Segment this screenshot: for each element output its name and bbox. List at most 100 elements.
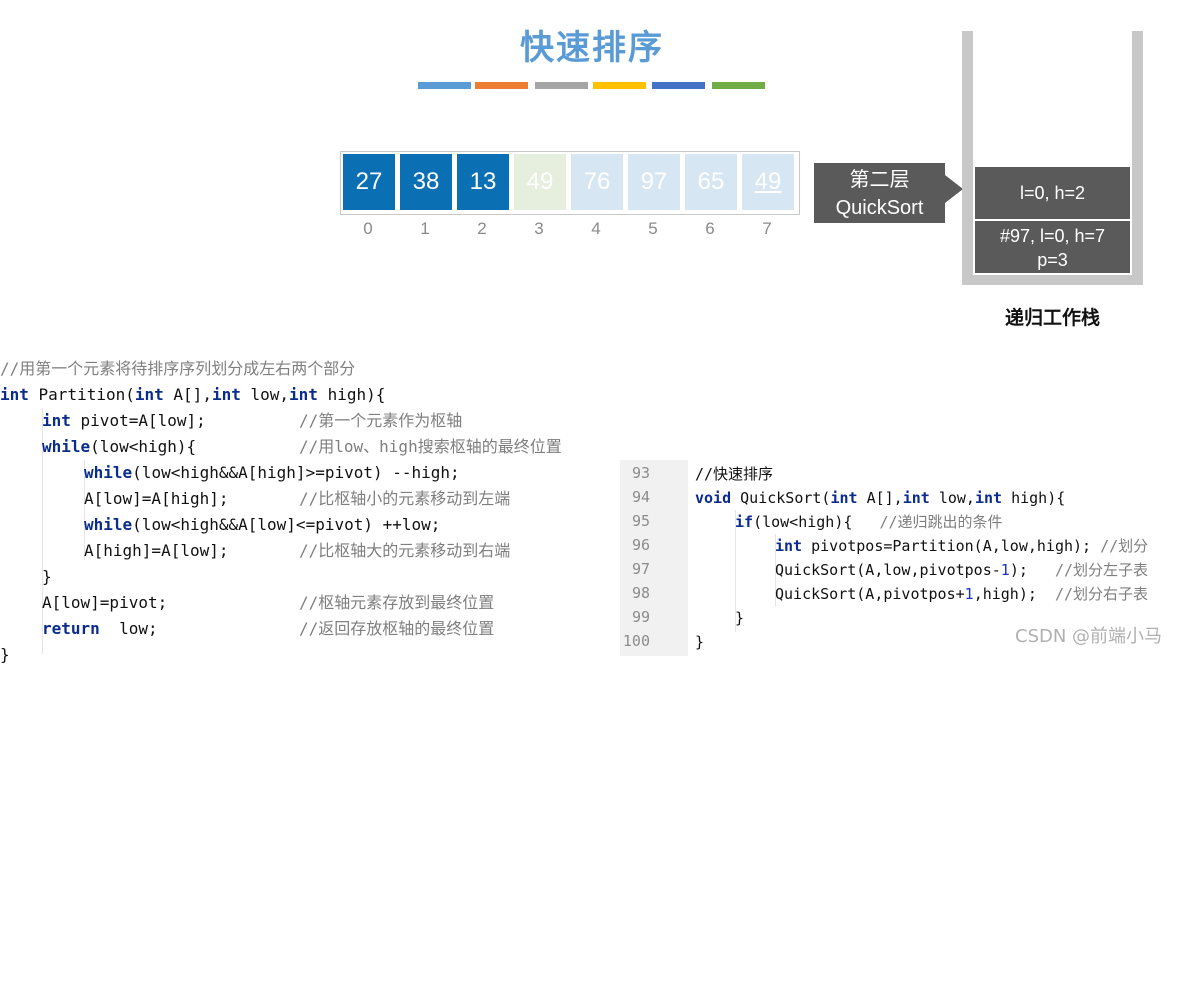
code-keyword: return (42, 619, 100, 638)
stack-frame-text: p=3 (1037, 250, 1068, 270)
partition-code-block: //用第一个元素将待排序序列划分成左右两个部分 int Partition(in… (0, 356, 610, 664)
code-keyword: if (735, 513, 754, 531)
code-text: QuickSort(A,low,pivotpos- (775, 561, 1001, 579)
code-line: } (695, 633, 705, 651)
code-keyword: while (84, 463, 133, 482)
line-number: 98 (631, 584, 650, 602)
code-comment: //快速排序 (695, 465, 774, 483)
code-text: ,high); (973, 585, 1055, 603)
code-keyword: while (84, 515, 133, 534)
array-index: 2 (477, 219, 487, 238)
code-text: Partition( (28, 385, 135, 404)
code-comment: //第一个元素作为枢轴 (299, 411, 463, 430)
code-text: } (42, 567, 52, 586)
code-text: low, (929, 489, 975, 507)
code-comment: //比枢轴小的元素移动到左端 (299, 489, 511, 508)
code-text: ); (1009, 561, 1055, 579)
code-line: void QuickSort(int A[],int low,int high)… (695, 486, 1065, 510)
code-text: } (0, 645, 10, 664)
code-keyword: int (974, 489, 1003, 507)
code-line: A[low]=pivot; (42, 590, 167, 616)
code-keyword: int (902, 489, 930, 507)
code-comment: //划分左子表 (1054, 561, 1149, 579)
code-comment: //比枢轴大的元素移动到右端 (299, 541, 511, 560)
code-text: (low<high&&A[low]<=pivot) ++low; (132, 515, 441, 534)
stack-label: 递归工作栈 (1004, 307, 1100, 329)
array-index: 0 (363, 219, 373, 238)
code-comment: //枢轴元素存放到最终位置 (299, 593, 495, 612)
code-keyword: int (42, 411, 71, 430)
code-keyword: int (830, 489, 858, 507)
code-text: A[high]=A[low]; (84, 541, 229, 560)
code-comment: //划分右子表 (1054, 585, 1149, 603)
code-keyword: while (42, 437, 91, 456)
code-line: A[high]=A[low]; (84, 538, 229, 564)
code-keyword: int (775, 537, 803, 555)
stack-frame-top: l=0, h=2 (975, 167, 1130, 219)
code-text: (low<high){ (753, 513, 880, 531)
code-comment: //返回存放枢轴的最终位置 (299, 619, 495, 638)
code-keyword: int (134, 385, 164, 404)
layer-callout: 第二层 QuickSort (814, 163, 945, 223)
watermark: CSDN @前端小马 (1015, 626, 1163, 647)
code-comment: //划分 (1100, 537, 1149, 555)
code-line: } (0, 642, 10, 668)
code-line: int Partition(int A[],int low,int high){ (0, 382, 385, 408)
stack-wall-right (1132, 31, 1143, 285)
array-index: 6 (705, 219, 715, 238)
code-line: while(low<high&&A[low]<=pivot) ++low; (84, 512, 440, 538)
stack-wall-left (962, 31, 973, 285)
code-text: low; (99, 619, 158, 638)
code-line: A[low]=A[high]; (84, 486, 229, 512)
code-line: QuickSort(A,low,pivotpos-1); //划分左子表 (775, 558, 1148, 582)
code-keyword: int (289, 385, 318, 404)
stack-frame-text: #97, l=0, h=7 (999, 226, 1106, 246)
code-line: return low; (42, 616, 158, 642)
code-text: pivotpos=Partition(A,low,high); (802, 537, 1101, 555)
code-number: 1 (964, 585, 974, 603)
code-text: A[low]=pivot; (42, 593, 168, 612)
code-line: QuickSort(A,pivotpos+1,high); //划分右子表 (775, 582, 1148, 606)
line-number: 97 (631, 560, 650, 578)
callout-arrow-icon (945, 175, 963, 203)
array-index: 4 (591, 219, 601, 238)
code-text: A[low]=A[high]; (84, 489, 229, 508)
code-line: while(low<high&&A[high]>=pivot) --high; (84, 460, 460, 486)
code-text: high){ (1002, 489, 1066, 507)
stack-bottom (962, 275, 1143, 285)
code-text: QuickSort( (731, 489, 831, 507)
code-text: low, (240, 385, 290, 404)
code-line: if(low<high){ //递归跳出的条件 (735, 510, 1003, 534)
array-index: 7 (762, 219, 772, 238)
code-text: (low<high){ (90, 437, 197, 456)
code-comment: //用low、high搜索枢轴的最终位置 (299, 437, 562, 456)
code-text: (low<high&&A[high]>=pivot) --high; (132, 463, 460, 482)
code-number: 1 (1000, 561, 1010, 579)
code-line: } (735, 609, 745, 627)
code-text: A[], (857, 489, 903, 507)
code-keyword: int (211, 385, 241, 404)
code-line: while(low<high){ (42, 434, 196, 460)
stack-frame-bottom: #97, l=0, h=7 p=3 (975, 221, 1130, 273)
code-line: } (42, 564, 52, 590)
code-text: pivot=A[low]; (70, 411, 206, 430)
code-comment: //递归跳出的条件 (879, 513, 1003, 531)
line-number: 93 (631, 464, 650, 482)
line-number: 94 (631, 488, 650, 506)
code-comment: //用第一个元素将待排序序列划分成左右两个部分 (0, 359, 356, 378)
line-number: 99 (631, 608, 650, 626)
code-text: QuickSort(A,pivotpos+ (775, 585, 965, 603)
stack-frame-text: l=0, h=2 (1019, 183, 1086, 203)
line-number: 100 (622, 632, 650, 650)
layer-callout-line2: QuickSort (835, 197, 924, 219)
array-index: 3 (534, 219, 544, 238)
line-number: 95 (631, 512, 650, 530)
code-keyword: int (0, 385, 29, 404)
code-text: high){ (317, 385, 386, 404)
code-line: int pivot=A[low]; (42, 408, 206, 434)
line-number: 96 (631, 536, 650, 554)
layer-callout-line1: 第二层 (849, 169, 910, 191)
array-indices: 0 1 2 3 4 5 6 7 (340, 0, 800, 250)
code-keyword: void (695, 489, 732, 507)
array-index: 1 (420, 219, 430, 238)
